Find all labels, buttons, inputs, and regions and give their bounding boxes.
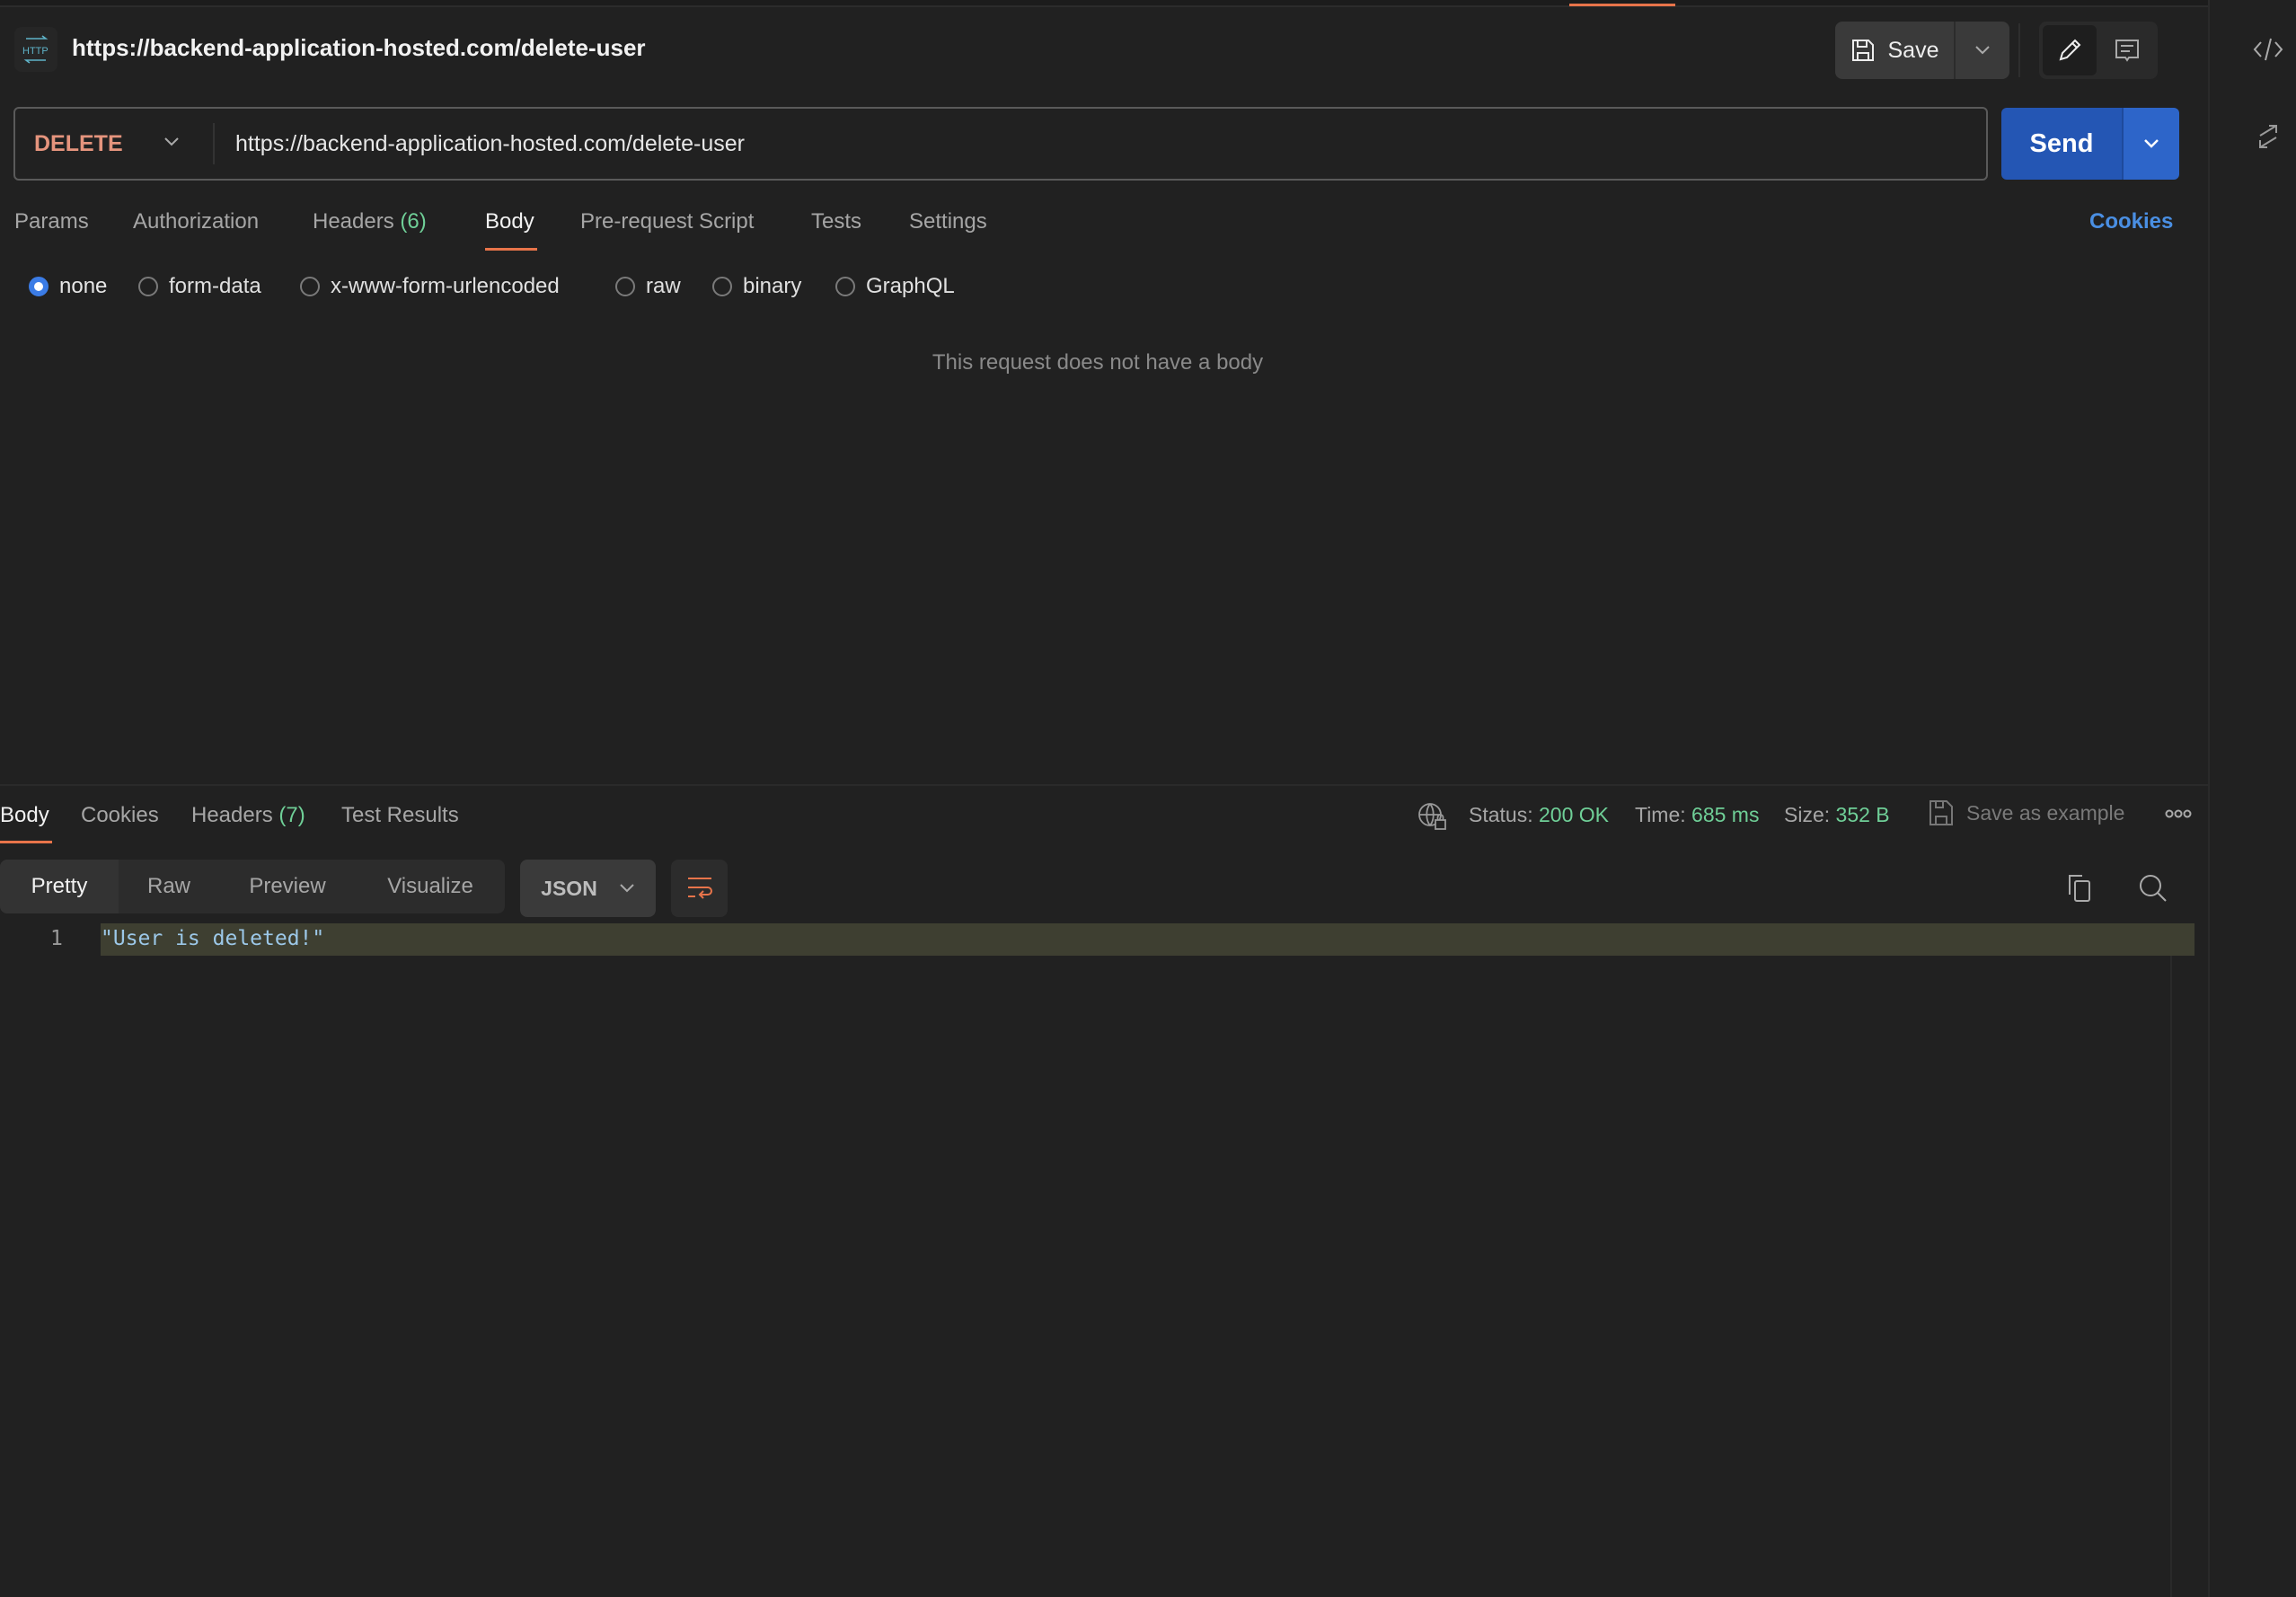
tab-authorization[interactable]: Authorization bbox=[133, 209, 259, 234]
tab-body[interactable]: Body bbox=[485, 209, 534, 234]
editor-scrollbar-track[interactable] bbox=[2170, 956, 2172, 1597]
body-type-form-data[interactable]: form-data bbox=[138, 274, 261, 299]
method-select[interactable]: DELETE bbox=[34, 131, 123, 157]
comment-icon bbox=[2115, 40, 2139, 62]
wrap-lines-button[interactable] bbox=[671, 860, 728, 917]
body-type-binary[interactable]: binary bbox=[712, 274, 801, 299]
status-label: Status: bbox=[1469, 803, 1533, 826]
chevron-down-icon bbox=[2144, 139, 2159, 148]
divider bbox=[213, 123, 215, 164]
response-status: Status: 200 OK bbox=[1469, 803, 1609, 827]
code-icon[interactable] bbox=[2253, 36, 2283, 67]
chevron-down-icon[interactable] bbox=[163, 137, 180, 147]
http-icon: HTTP bbox=[14, 27, 57, 72]
save-dropdown-button[interactable] bbox=[1956, 22, 2009, 79]
empty-body-message: This request does not have a body bbox=[932, 350, 1264, 375]
radio[interactable] bbox=[138, 277, 158, 296]
radio-label: GraphQL bbox=[866, 274, 955, 298]
view-preview[interactable]: Preview bbox=[219, 860, 356, 913]
response-tab-test-results[interactable]: Test Results bbox=[341, 803, 459, 828]
save-icon bbox=[1851, 40, 1874, 61]
tab-label: Headers bbox=[313, 209, 394, 234]
response-tab-body[interactable]: Body bbox=[0, 803, 49, 828]
tab-params[interactable]: Params bbox=[14, 209, 89, 234]
body-type-raw[interactable]: raw bbox=[615, 274, 681, 299]
radio-label: raw bbox=[646, 274, 681, 298]
time-value: 685 ms bbox=[1691, 803, 1760, 826]
response-tab-cookies[interactable]: Cookies bbox=[81, 803, 159, 828]
chevron-down-icon bbox=[1975, 46, 1990, 55]
copy-icon[interactable] bbox=[2066, 873, 2095, 904]
url-input[interactable]: https://backend-application-hosted.com/d… bbox=[235, 131, 745, 157]
status-value: 200 OK bbox=[1539, 803, 1609, 826]
mode-toggle bbox=[2039, 22, 2158, 79]
save-as-example-button[interactable]: Save as example bbox=[1929, 799, 2124, 826]
tab-headers[interactable]: Headers (6) bbox=[313, 209, 427, 234]
pane-divider[interactable] bbox=[0, 784, 2208, 786]
chevron-down-icon bbox=[620, 884, 634, 893]
tab-label: Headers bbox=[191, 803, 273, 827]
wrap-icon bbox=[687, 878, 712, 899]
right-sidebar bbox=[2208, 0, 2296, 1597]
save-button[interactable]: Save bbox=[1835, 22, 1956, 79]
comments-button[interactable] bbox=[2100, 25, 2154, 75]
collapse-icon[interactable] bbox=[2256, 124, 2280, 154]
time-label: Time: bbox=[1635, 803, 1686, 826]
size-label: Size: bbox=[1784, 803, 1831, 826]
save-icon bbox=[1930, 800, 1953, 825]
radio[interactable] bbox=[300, 277, 320, 296]
size-value: 352 B bbox=[1835, 803, 1890, 826]
tab-tests[interactable]: Tests bbox=[811, 209, 861, 234]
globe-lock-icon[interactable] bbox=[1417, 801, 1448, 832]
svg-text:HTTP: HTTP bbox=[22, 46, 49, 57]
save-as-example-label: Save as example bbox=[1966, 800, 2125, 825]
pencil-icon bbox=[2059, 39, 2081, 61]
send-dropdown-button[interactable] bbox=[2122, 108, 2179, 180]
tab-pre-request-script[interactable]: Pre-request Script bbox=[580, 209, 754, 234]
format-label: JSON bbox=[541, 876, 597, 900]
response-size: Size: 352 B bbox=[1784, 803, 1890, 827]
more-options-icon[interactable] bbox=[2165, 808, 2192, 819]
radio-selected[interactable] bbox=[29, 277, 49, 296]
line-number: 1 bbox=[50, 927, 63, 950]
body-type-urlencoded[interactable]: x-www-form-urlencoded bbox=[300, 274, 560, 299]
save-label: Save bbox=[1887, 37, 1939, 63]
cookies-link[interactable]: Cookies bbox=[2089, 209, 2173, 234]
highlighted-line bbox=[101, 923, 2194, 956]
radio[interactable] bbox=[615, 277, 635, 296]
send-button-group: Send bbox=[2001, 108, 2179, 180]
response-tab-headers[interactable]: Headers (7) bbox=[191, 803, 305, 828]
radio-label: x-www-form-urlencoded bbox=[331, 274, 560, 298]
response-time: Time: 685 ms bbox=[1635, 803, 1759, 827]
radio-label: form-data bbox=[169, 274, 261, 298]
save-button-group: Save bbox=[1835, 22, 2009, 79]
radio-label: none bbox=[59, 274, 108, 298]
headers-count: (6) bbox=[400, 209, 427, 234]
send-button[interactable]: Send bbox=[2001, 108, 2122, 180]
view-pretty[interactable]: Pretty bbox=[0, 860, 119, 913]
tab-settings[interactable]: Settings bbox=[909, 209, 987, 234]
edit-mode-button[interactable] bbox=[2043, 25, 2097, 75]
body-type-graphql[interactable]: GraphQL bbox=[835, 274, 955, 299]
view-mode-group: Pretty Raw Preview Visualize bbox=[0, 860, 505, 913]
view-visualize[interactable]: Visualize bbox=[356, 860, 505, 913]
radio[interactable] bbox=[835, 277, 855, 296]
radio-label: binary bbox=[743, 274, 802, 298]
request-title: https://backend-application-hosted.com/d… bbox=[72, 34, 646, 61]
body-type-none[interactable]: none bbox=[29, 274, 107, 299]
active-tab-underline bbox=[485, 248, 537, 251]
top-tab-strip bbox=[0, 0, 2208, 7]
active-tab-underline bbox=[0, 841, 52, 843]
divider bbox=[2018, 23, 2020, 77]
view-raw[interactable]: Raw bbox=[119, 860, 219, 913]
format-select[interactable]: JSON bbox=[520, 860, 656, 917]
headers-count: (7) bbox=[278, 803, 305, 827]
response-body-line[interactable]: "User is deleted!" bbox=[101, 927, 324, 950]
radio[interactable] bbox=[712, 277, 732, 296]
search-icon[interactable] bbox=[2138, 873, 2168, 904]
active-tab-indicator bbox=[1569, 0, 1675, 6]
